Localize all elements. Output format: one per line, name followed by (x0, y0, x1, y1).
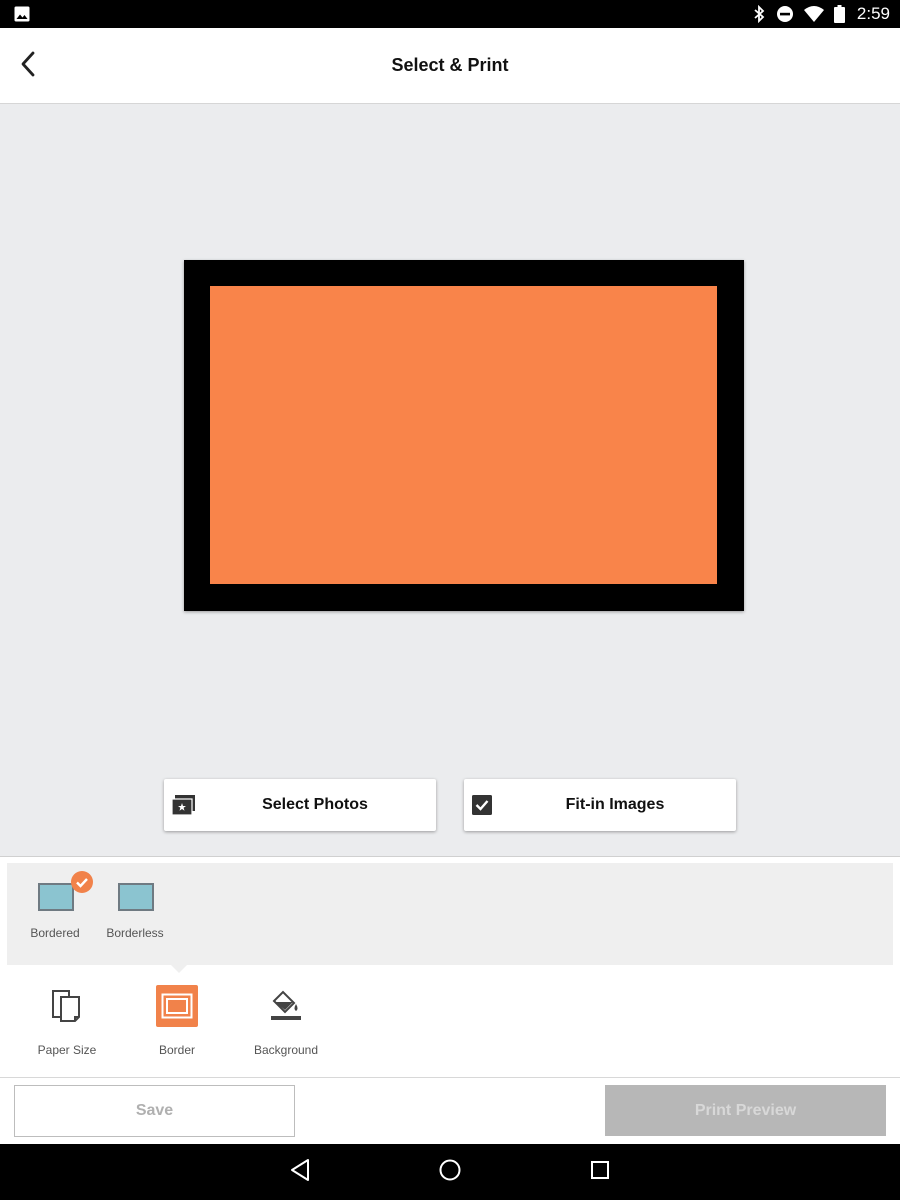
option-borderless[interactable]: Borderless (95, 863, 175, 963)
bluetooth-icon (752, 5, 766, 23)
bordered-thumbnail (15, 871, 95, 915)
option-bordered[interactable]: Bordered (15, 863, 95, 963)
borderless-thumbnail-image (118, 883, 154, 911)
tab-paper-size-label: Paper Size (37, 1043, 97, 1057)
paper-size-icon (46, 985, 88, 1027)
borderless-thumbnail (95, 881, 175, 915)
border-options-panel: Bordered Borderless (7, 863, 893, 965)
bordered-thumbnail-image (38, 883, 74, 911)
paint-bucket-icon (265, 985, 307, 1027)
nav-recents-icon (589, 1159, 611, 1186)
option-borderless-label: Borderless (106, 926, 164, 940)
print-preview-button-label: Print Preview (694, 1102, 797, 1119)
tab-border[interactable]: Border (122, 983, 232, 1067)
save-button[interactable]: Save (14, 1085, 295, 1137)
option-bordered-label: Bordered (30, 926, 80, 940)
nav-recents-button[interactable] (585, 1158, 615, 1186)
selected-check-icon (71, 871, 93, 893)
panel-pointer (171, 965, 187, 973)
status-time: 2:59 (856, 4, 890, 23)
nav-back-button[interactable] (285, 1158, 315, 1186)
tab-background-label: Background (253, 1043, 319, 1057)
battery-icon (833, 5, 845, 23)
do-not-disturb-icon (776, 5, 794, 23)
bottom-actions: Save Print Preview (0, 1078, 900, 1144)
status-bar: 2:59 (0, 0, 900, 28)
print-preview-button[interactable]: Print Preview (605, 1085, 886, 1136)
select-photos-button[interactable]: Select Photos (164, 779, 436, 831)
fit-in-images-label: Fit-in Images (565, 796, 665, 813)
checkbox-checked-icon[interactable] (472, 795, 494, 815)
nav-back-icon (289, 1158, 311, 1187)
print-photo[interactable] (210, 286, 717, 584)
wifi-icon (803, 6, 824, 22)
canvas-area: Select Photos Fit-in Images (0, 104, 900, 857)
nav-home-icon (438, 1158, 462, 1187)
image-icon (14, 6, 30, 22)
tool-tabs: Paper Size Border Background (0, 975, 900, 1078)
status-icons: 2:59 (752, 0, 890, 28)
tab-border-label: Border (158, 1043, 196, 1057)
page-title: Select & Print (391, 55, 509, 75)
photo-library-icon (171, 795, 195, 816)
navigation-bar (0, 1144, 900, 1200)
save-button-label: Save (135, 1102, 174, 1119)
select-photos-label: Select Photos (262, 796, 368, 813)
fit-in-images-button[interactable]: Fit-in Images (464, 779, 736, 831)
print-preview-frame[interactable] (184, 260, 744, 611)
tab-background[interactable]: Background (231, 983, 341, 1067)
border-frame-icon (156, 985, 198, 1027)
tab-paper-size[interactable]: Paper Size (12, 983, 122, 1067)
nav-home-button[interactable] (435, 1158, 465, 1186)
app-bar: Select & Print (0, 28, 900, 104)
